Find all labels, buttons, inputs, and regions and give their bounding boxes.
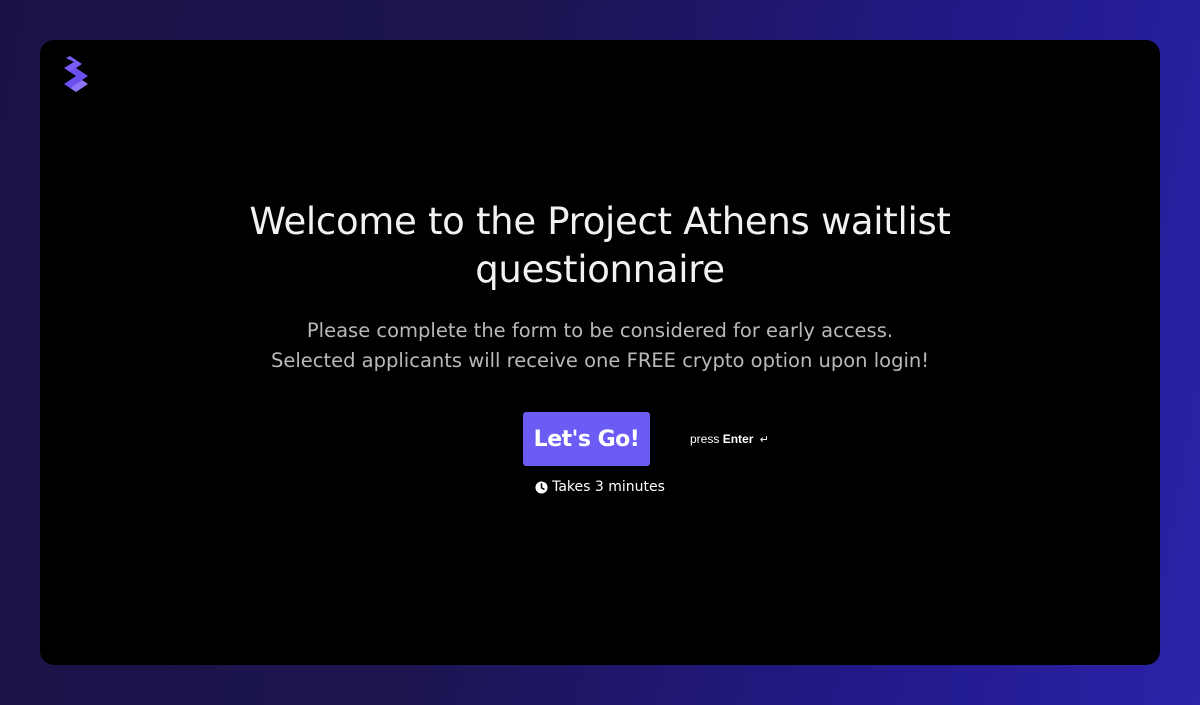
keyboard-hint: press Enter ↵ [690, 432, 769, 447]
page-subtitle: Please complete the form to be considere… [150, 316, 1050, 376]
brand-logo-icon [64, 56, 88, 92]
cta-row: Let's Go! press Enter ↵ [40, 412, 1160, 466]
hint-prefix: press [690, 432, 720, 446]
welcome-content: Welcome to the Project Athens waitlist q… [40, 198, 1160, 496]
hint-key: Enter [722, 432, 754, 446]
duration-text: Takes 3 minutes [552, 479, 665, 495]
subtitle-line-2: Selected applicants will receive one FRE… [270, 349, 930, 372]
lets-go-button[interactable]: Let's Go! [523, 412, 650, 466]
duration-note: Takes 3 minutes [40, 478, 1160, 496]
welcome-card: Welcome to the Project Athens waitlist q… [40, 40, 1160, 665]
subtitle-line-1: Please complete the form to be considere… [306, 319, 894, 342]
clock-icon [535, 480, 548, 494]
enter-icon: ↵ [759, 434, 769, 446]
page-title: Welcome to the Project Athens waitlist q… [249, 200, 951, 291]
